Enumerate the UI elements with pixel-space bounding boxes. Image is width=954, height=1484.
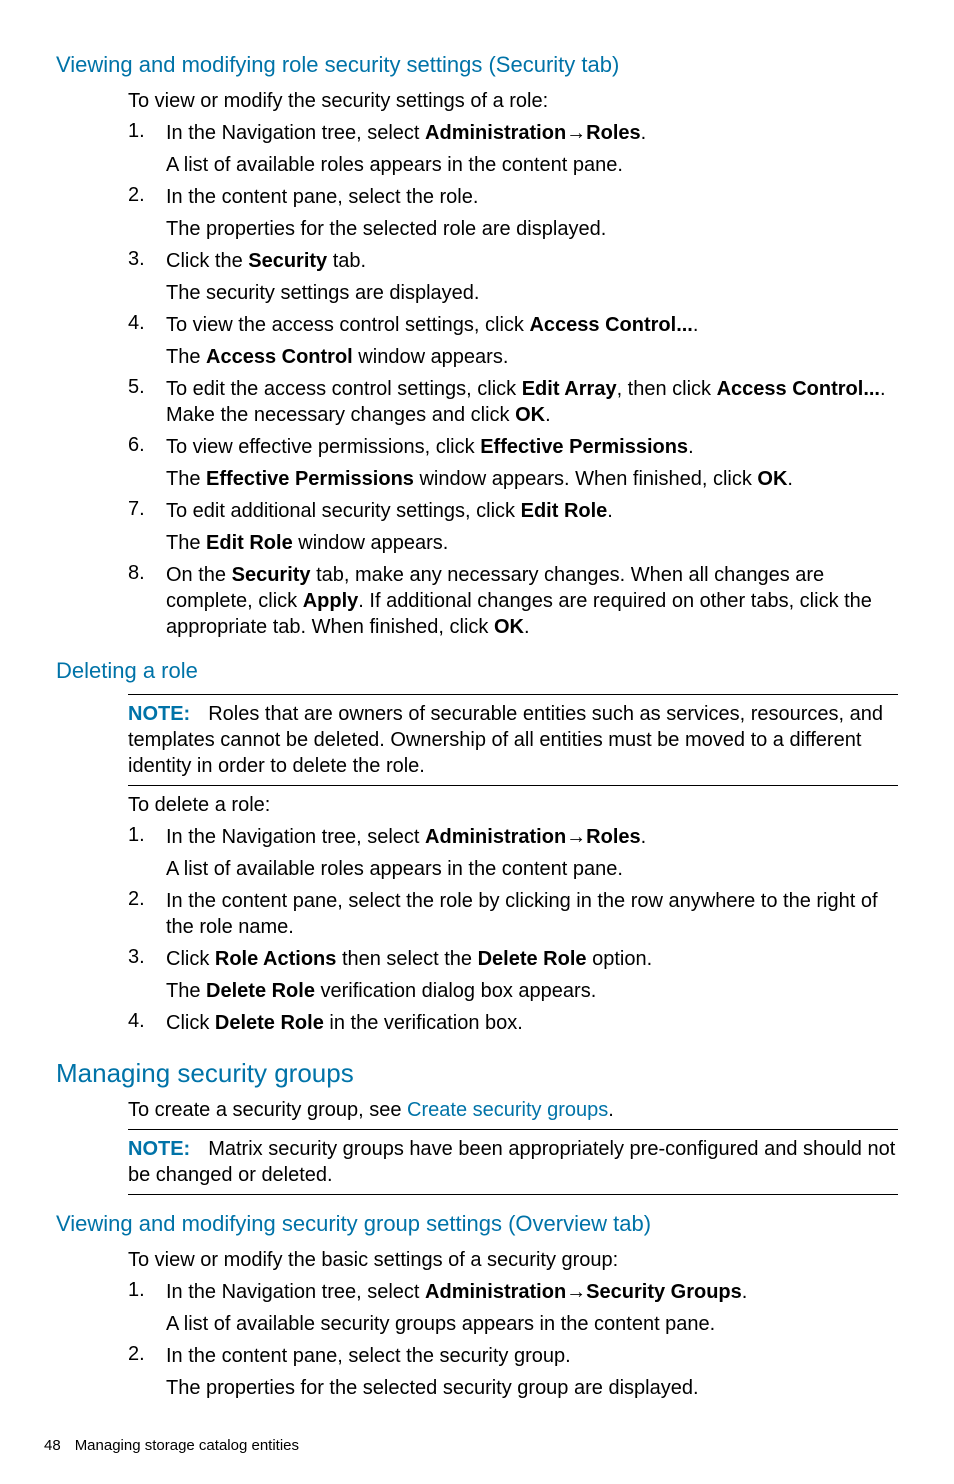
step-text: To edit the access control settings, cli…: [166, 376, 898, 428]
link-create-security-groups[interactable]: Create security groups: [407, 1099, 608, 1121]
step-text: Click Role Actions then select the Delet…: [166, 946, 898, 1004]
page-number: 48: [44, 1437, 61, 1454]
step-number: 5.: [128, 376, 166, 399]
step-text: To view the access control settings, cli…: [166, 312, 898, 370]
list-item: 4. To view the access control settings, …: [128, 312, 898, 370]
note: NOTE:Roles that are owners of securable …: [128, 701, 898, 779]
section-body: To view or modify the security settings …: [128, 88, 898, 640]
list-item: 4. Click Delete Role in the verification…: [128, 1010, 898, 1036]
step-number: 6.: [128, 434, 166, 457]
intro-text: To create a security group, see Create s…: [128, 1097, 898, 1123]
note-label: NOTE:: [128, 703, 190, 725]
chapter-title: Managing storage catalog entities: [75, 1437, 299, 1454]
list-item: 8. On the Security tab, make any necessa…: [128, 562, 898, 640]
list-item: 2. In the content pane, select the role.…: [128, 184, 898, 242]
heading-viewing-role-security: Viewing and modifying role security sett…: [56, 52, 898, 78]
note-body: Roles that are owners of securable entit…: [128, 703, 883, 777]
step-number: 4.: [128, 1010, 166, 1033]
list-item: 2. In the content pane, select the secur…: [128, 1343, 898, 1401]
heading-deleting-role: Deleting a role: [56, 658, 898, 684]
note-label: NOTE:: [128, 1138, 190, 1160]
step-text: In the content pane, select the security…: [166, 1343, 898, 1401]
divider: [128, 694, 898, 695]
list-item: 3. Click the Security tab. The security …: [128, 248, 898, 306]
step-number: 1.: [128, 1279, 166, 1302]
step-text: In the Navigation tree, select Administr…: [166, 1279, 898, 1337]
page-content: Viewing and modifying role security sett…: [0, 0, 954, 1484]
list-item: 6. To view effective permissions, click …: [128, 434, 898, 492]
note: NOTE:Matrix security groups have been ap…: [128, 1136, 898, 1188]
step-text: Click the Security tab. The security set…: [166, 248, 898, 306]
list-item: 1. In the Navigation tree, select Admini…: [128, 120, 898, 178]
step-number: 1.: [128, 120, 166, 143]
list-item: 1. In the Navigation tree, select Admini…: [128, 824, 898, 882]
list-item: 5. To edit the access control settings, …: [128, 376, 898, 428]
page-footer: 48 Managing storage catalog entities: [44, 1437, 898, 1454]
step-number: 2.: [128, 1343, 166, 1366]
divider: [128, 1129, 898, 1130]
step-list: 1. In the Navigation tree, select Admini…: [128, 1279, 898, 1401]
step-text: In the Navigation tree, select Administr…: [166, 120, 898, 178]
heading-managing-security-groups: Managing security groups: [56, 1058, 898, 1089]
list-item: 3. Click Role Actions then select the De…: [128, 946, 898, 1004]
step-text: On the Security tab, make any necessary …: [166, 562, 898, 640]
step-number: 1.: [128, 824, 166, 847]
step-number: 2.: [128, 888, 166, 911]
step-text: In the content pane, select the role. Th…: [166, 184, 898, 242]
intro-text: To view or modify the basic settings of …: [128, 1247, 898, 1273]
step-list: 1. In the Navigation tree, select Admini…: [128, 824, 898, 1036]
step-text: To edit additional security settings, cl…: [166, 498, 898, 556]
step-number: 2.: [128, 184, 166, 207]
step-number: 4.: [128, 312, 166, 335]
step-number: 3.: [128, 946, 166, 969]
section-body: To create a security group, see Create s…: [128, 1097, 898, 1195]
step-number: 3.: [128, 248, 166, 271]
intro-text: To view or modify the security settings …: [128, 88, 898, 114]
list-item: 7. To edit additional security settings,…: [128, 498, 898, 556]
step-text: To view effective permissions, click Eff…: [166, 434, 898, 492]
step-text: In the content pane, select the role by …: [166, 888, 898, 940]
note-body: Matrix security groups have been appropr…: [128, 1138, 895, 1186]
step-text: Click Delete Role in the verification bo…: [166, 1010, 898, 1036]
step-list: 1. In the Navigation tree, select Admini…: [128, 120, 898, 640]
step-number: 7.: [128, 498, 166, 521]
section-body: To view or modify the basic settings of …: [128, 1247, 898, 1401]
list-item: 1. In the Navigation tree, select Admini…: [128, 1279, 898, 1337]
divider: [128, 785, 898, 786]
heading-viewing-security-group: Viewing and modifying security group set…: [56, 1211, 898, 1237]
intro-text: To delete a role:: [128, 792, 898, 818]
divider: [128, 1194, 898, 1195]
section-body: NOTE:Roles that are owners of securable …: [128, 694, 898, 1036]
step-text: In the Navigation tree, select Administr…: [166, 824, 898, 882]
step-number: 8.: [128, 562, 166, 585]
list-item: 2. In the content pane, select the role …: [128, 888, 898, 940]
